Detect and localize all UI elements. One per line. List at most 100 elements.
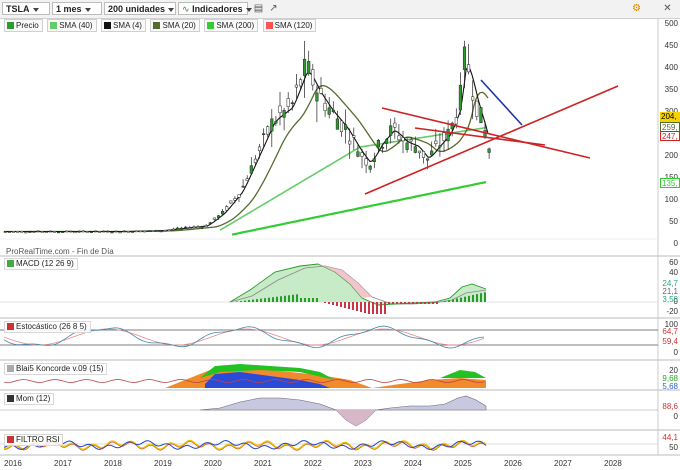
watermark: ProRealTime.com - Fin de Día — [6, 247, 114, 256]
macd-histogram-bar — [276, 296, 278, 302]
candle-body — [24, 231, 28, 234]
candle-body — [426, 158, 430, 161]
candle-body — [471, 96, 475, 101]
macd-histogram-bar — [476, 294, 478, 302]
macd-histogram-bar — [472, 294, 474, 302]
macd-histogram-bar — [392, 302, 394, 304]
price-tick: 200 — [664, 151, 678, 160]
candle-body — [266, 126, 270, 135]
macd-histogram-bar — [480, 293, 482, 302]
candle-body — [298, 79, 303, 87]
macd-histogram-bar — [456, 298, 458, 302]
candle-body — [139, 230, 143, 233]
candle-body — [442, 132, 446, 142]
year-tick: 2025 — [454, 459, 472, 468]
candle-body — [405, 142, 409, 150]
macd-histogram-bar — [408, 302, 410, 304]
price-tick: 450 — [664, 41, 678, 50]
year-tick: 2027 — [554, 459, 572, 468]
candle-body — [180, 227, 184, 230]
candle-body — [65, 230, 69, 233]
candle-body — [475, 100, 479, 117]
macd-histogram-bar — [484, 292, 486, 302]
candle-body — [323, 102, 327, 112]
candle-body — [257, 146, 262, 151]
stochastic-label[interactable]: Estocástico (26 8 5) — [4, 321, 91, 333]
candle-body — [270, 118, 274, 132]
mom-tick: 0 — [673, 412, 678, 421]
candle-body — [28, 231, 32, 233]
candle-body — [184, 226, 188, 229]
candle-body — [3, 231, 7, 233]
year-tick: 2023 — [354, 459, 372, 468]
candle-body — [208, 222, 212, 224]
macd-histogram-bar — [244, 300, 246, 302]
price-tick: 100 — [664, 195, 678, 204]
candle-body — [368, 165, 372, 170]
candle-body — [327, 107, 331, 115]
candle-body — [262, 133, 266, 136]
macd-tick: 40 — [669, 268, 678, 277]
candle-body — [126, 231, 130, 233]
macd-histogram-bar — [420, 302, 422, 304]
candle-body — [438, 145, 442, 148]
candle-body — [233, 198, 237, 201]
rsi-label[interactable]: FILTRO RSI — [4, 434, 64, 446]
year-tick: 2022 — [304, 459, 322, 468]
candle-body — [364, 158, 368, 166]
year-tick: 2024 — [404, 459, 422, 468]
candle-body — [335, 118, 339, 130]
candle-body — [48, 230, 52, 233]
candle-body — [204, 225, 208, 227]
candle-body — [360, 152, 364, 157]
macd-histogram-bar — [256, 299, 258, 302]
candle-body — [372, 158, 376, 162]
candle-body — [446, 128, 450, 142]
candle-body — [487, 148, 491, 153]
candle-body — [253, 158, 257, 163]
candle-body — [147, 230, 151, 232]
macd-histogram-bar — [396, 302, 398, 304]
macd-histogram-bar — [316, 298, 318, 302]
year-tick: 2019 — [154, 459, 172, 468]
macd-histogram-bar — [308, 298, 310, 302]
candle-body — [122, 230, 126, 233]
macd-label[interactable]: MACD (12 26 9) — [4, 258, 78, 270]
candle-body — [352, 135, 356, 138]
candle-body — [401, 137, 405, 142]
candle-body — [303, 58, 307, 76]
candle-body — [216, 215, 221, 218]
koncorde-value: 5,68 — [662, 382, 678, 391]
chart-canvas[interactable] — [0, 0, 680, 470]
mom-value: 88,6 — [662, 402, 678, 411]
trendline-blue-down[interactable] — [480, 79, 523, 126]
candle-body — [307, 61, 311, 75]
momentum-icon — [7, 395, 14, 402]
macd-histogram-bar — [252, 299, 254, 302]
koncorde-green-area — [440, 370, 486, 378]
candle-body — [171, 228, 175, 231]
year-tick: 2018 — [104, 459, 122, 468]
candle-body — [212, 217, 216, 220]
candle-body — [40, 231, 44, 233]
macd-label-text: MACD (12 26 9) — [16, 259, 74, 268]
macd-histogram-bar — [384, 302, 386, 314]
candle-body — [421, 151, 426, 158]
candle-body — [57, 231, 61, 234]
candle-body — [77, 230, 81, 233]
candle-body — [434, 140, 438, 144]
koncorde-label[interactable]: Blai5 Koncorde v.09 (15) — [4, 363, 108, 375]
candle-body — [331, 109, 335, 113]
momentum-label[interactable]: Mom (12) — [4, 393, 55, 405]
candle-body — [311, 69, 315, 86]
macd-tick: -20 — [666, 307, 678, 316]
candle-body — [389, 125, 393, 136]
candle-body — [315, 92, 319, 102]
price-tick: 50 — [669, 217, 678, 226]
momentum-negative-area — [336, 410, 376, 426]
candle-body — [348, 140, 352, 145]
candle-body — [290, 102, 294, 104]
macd-histogram-bar — [328, 302, 330, 304]
candle-body — [188, 227, 192, 229]
trendline-upper-channel[interactable] — [381, 107, 591, 159]
